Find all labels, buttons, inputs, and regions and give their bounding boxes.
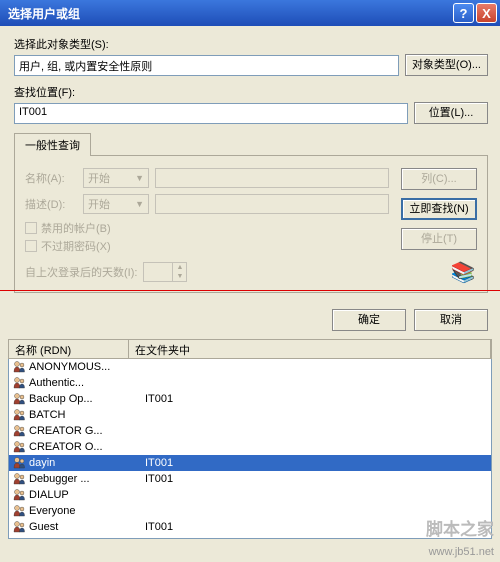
locations-button[interactable]: 位置(L)...	[414, 102, 488, 124]
desc-label: 描述(D):	[25, 196, 77, 212]
principal-icon	[11, 440, 27, 454]
list-item[interactable]: Backup Op...IT001	[9, 391, 491, 407]
books-icon: 📚	[449, 260, 477, 282]
principal-icon	[11, 456, 27, 470]
object-type-label: 选择此对象类型(S):	[14, 36, 488, 52]
nonexpiring-checkbox	[25, 240, 37, 252]
list-item[interactable]: CREATOR O...	[9, 439, 491, 455]
titlebar: 选择用户或组 ? X	[0, 0, 500, 26]
list-item[interactable]: DIALUP	[9, 487, 491, 503]
object-type-field: 用户, 组, 或内置安全性原则	[14, 55, 399, 76]
desc-match-combo: 开始▼	[83, 194, 149, 214]
location-field: IT001	[14, 103, 408, 124]
chevron-down-icon: ▼	[173, 272, 186, 281]
location-label: 查找位置(F):	[14, 84, 488, 100]
watermark-url: www.jb51.net	[429, 546, 494, 558]
row-rdn: DIALUP	[29, 489, 145, 501]
chevron-down-icon: ▼	[135, 173, 144, 183]
tab-common[interactable]: 一般性查询	[14, 133, 91, 156]
list-item[interactable]: GuestIT001	[9, 519, 491, 535]
list-item[interactable]: BATCH	[9, 407, 491, 423]
row-rdn: Debugger ...	[29, 473, 145, 485]
object-types-button[interactable]: 对象类型(O)...	[405, 54, 488, 76]
list-item[interactable]: Everyone	[9, 503, 491, 519]
find-now-button[interactable]: 立即查找(N)	[401, 198, 477, 220]
list-item[interactable]: CREATOR G...	[9, 423, 491, 439]
annotation-line	[0, 290, 500, 291]
window-title: 选择用户或组	[8, 5, 451, 22]
row-location: IT001	[145, 393, 491, 405]
row-rdn: Everyone	[29, 505, 145, 517]
list-item[interactable]: dayinIT001	[9, 455, 491, 471]
row-location: IT001	[145, 457, 491, 469]
stop-button: 停止(T)	[401, 228, 477, 250]
help-button[interactable]: ?	[453, 3, 474, 23]
col-rdn[interactable]: 名称 (RDN)	[9, 340, 129, 358]
list-item[interactable]: ANONYMOUS...	[9, 359, 491, 375]
row-location: IT001	[145, 473, 491, 485]
chevron-down-icon: ▼	[135, 199, 144, 209]
principal-icon	[11, 504, 27, 518]
nonexpiring-label: 不过期密码(X)	[41, 238, 111, 254]
results-list[interactable]: ANONYMOUS...Authentic...Backup Op...IT00…	[8, 359, 492, 539]
query-tabs: 一般性查询 名称(A): 开始▼ 描述(D): 开始▼ 禁用的帐户(B) 不过期…	[14, 132, 488, 293]
principal-icon	[11, 408, 27, 422]
desc-input	[155, 194, 389, 214]
row-rdn: Authentic...	[29, 377, 145, 389]
columns-button: 列(C)...	[401, 168, 477, 190]
name-match-combo: 开始▼	[83, 168, 149, 188]
close-button[interactable]: X	[476, 3, 497, 23]
list-item[interactable]: Authentic...	[9, 375, 491, 391]
name-input	[155, 168, 389, 188]
ok-button[interactable]: 确定	[332, 309, 406, 331]
chevron-up-icon: ▲	[173, 263, 186, 272]
row-rdn: CREATOR O...	[29, 441, 145, 453]
row-rdn: Guest	[29, 521, 145, 533]
principal-icon	[11, 520, 27, 534]
col-location[interactable]: 在文件夹中	[129, 340, 491, 358]
row-rdn: ANONYMOUS...	[29, 361, 145, 373]
days-spinner: ▲▼	[143, 262, 187, 282]
results-header[interactable]: 名称 (RDN) 在文件夹中	[8, 339, 492, 359]
principal-icon	[11, 376, 27, 390]
principal-icon	[11, 472, 27, 486]
name-label: 名称(A):	[25, 170, 77, 186]
days-since-login-label: 自上次登录后的天数(I):	[25, 264, 137, 280]
disabled-accounts-checkbox	[25, 222, 37, 234]
principal-icon	[11, 424, 27, 438]
list-item[interactable]: Debugger ...IT001	[9, 471, 491, 487]
principal-icon	[11, 488, 27, 502]
principal-icon	[11, 360, 27, 374]
dialog-body: 选择此对象类型(S): 用户, 组, 或内置安全性原则 对象类型(O)... 查…	[0, 26, 500, 301]
principal-icon	[11, 392, 27, 406]
row-rdn: CREATOR G...	[29, 425, 145, 437]
row-rdn: dayin	[29, 457, 145, 469]
row-rdn: BATCH	[29, 409, 145, 421]
query-panel: 名称(A): 开始▼ 描述(D): 开始▼ 禁用的帐户(B) 不过期密码(X) …	[14, 155, 488, 293]
row-rdn: Backup Op...	[29, 393, 145, 405]
row-location: IT001	[145, 521, 491, 533]
cancel-button[interactable]: 取消	[414, 309, 488, 331]
disabled-accounts-label: 禁用的帐户(B)	[41, 220, 111, 236]
